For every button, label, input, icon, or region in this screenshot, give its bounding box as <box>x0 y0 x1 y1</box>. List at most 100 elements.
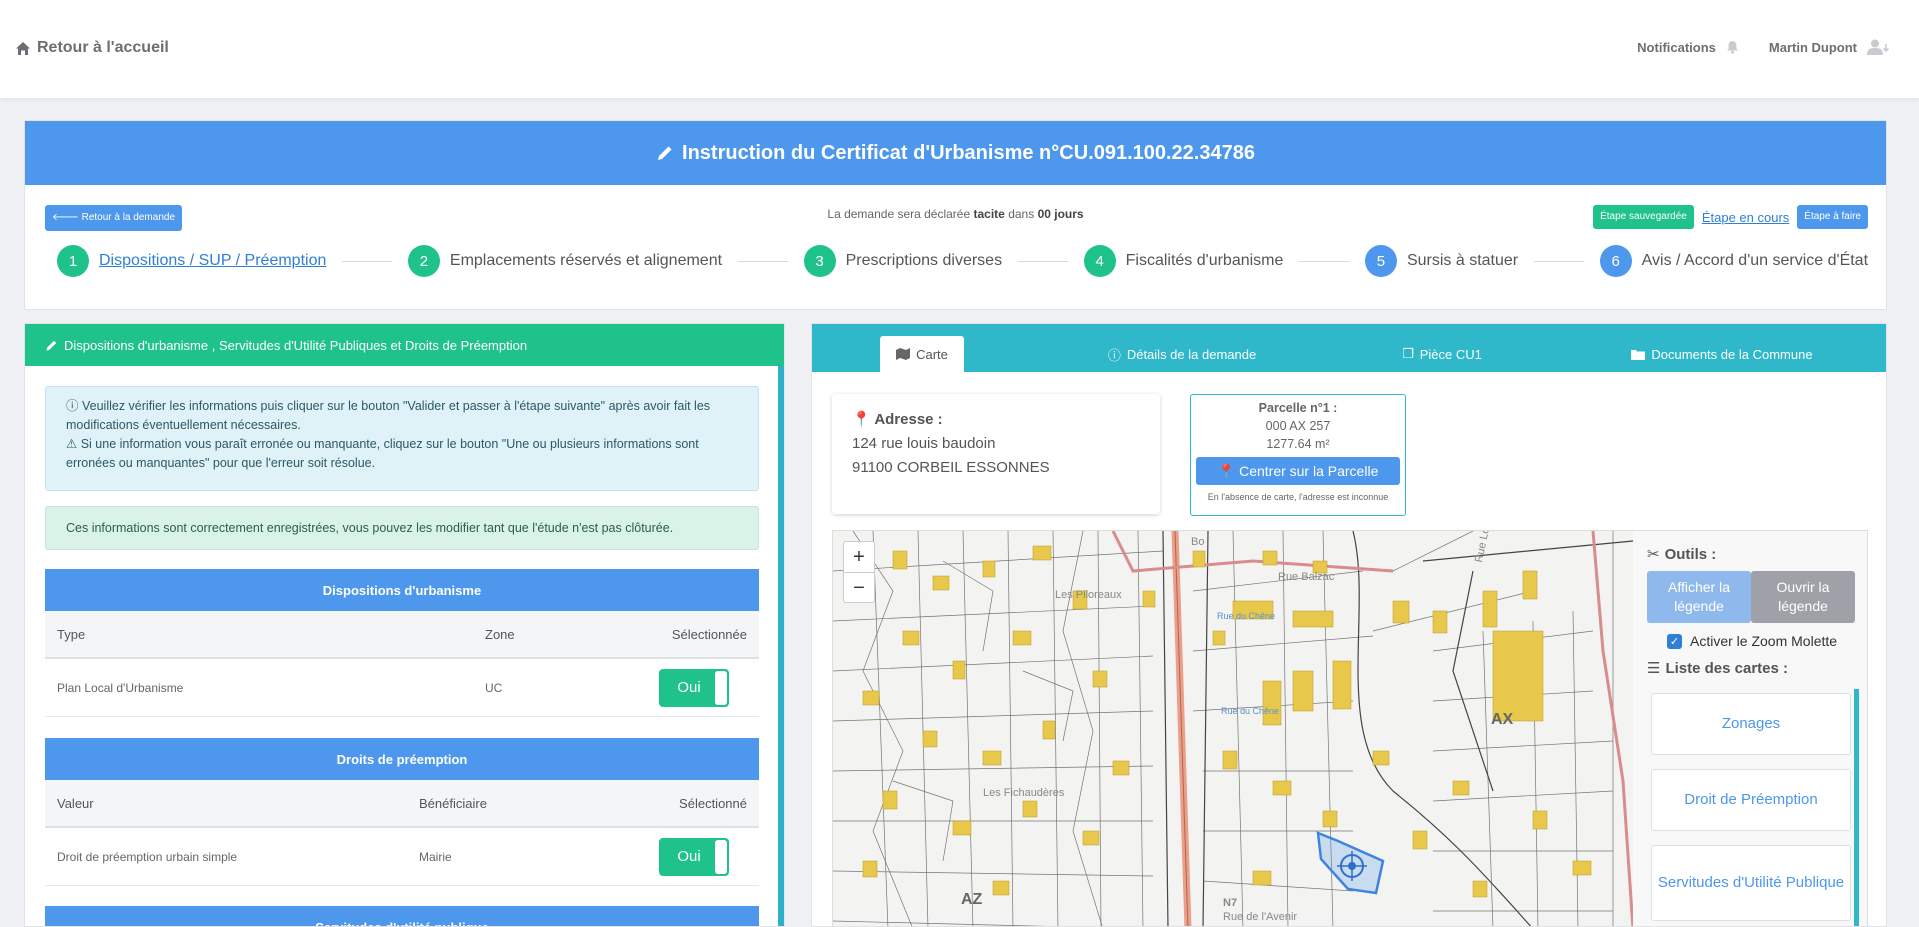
col-zone: Zone <box>485 626 515 642</box>
cell-value: Droit de préemption urbain simple <box>57 849 238 864</box>
tools-title-text: Outils : <box>1664 545 1717 563</box>
toggle-knob <box>715 839 727 874</box>
info-line-1-text: Veuillez vérifier les informations puis … <box>66 399 711 432</box>
deadline-days: 00 jours <box>1037 207 1084 221</box>
map-panel-tabs: Carte ⓘ Détails de la demande ❐ Pièce CU… <box>812 324 1886 372</box>
step-4[interactable]: 4 Fiscalités d'urbanisme <box>1083 245 1283 277</box>
dispositions-panel-title: Dispositions d'urbanisme , Servitudes d'… <box>64 337 528 353</box>
step-1-number: 1 <box>57 245 89 277</box>
pencil-icon <box>658 146 672 160</box>
tools-title: ✂ Outils : <box>1647 545 1855 564</box>
col-selected: Sélectionnée <box>671 626 747 642</box>
deadline-mid: dans <box>1008 207 1035 221</box>
zoom-in-button[interactable]: + <box>844 542 874 572</box>
step-5-label: Sursis à statuer <box>1406 252 1519 269</box>
open-legend-button[interactable]: Ouvrir la légende <box>1751 571 1855 623</box>
col-selected: Sélectionné <box>679 795 747 811</box>
address-line-1: 124 rue louis baudoin <box>852 435 996 452</box>
notifications-link[interactable]: Notifications <box>1637 40 1739 55</box>
col-type: Type <box>57 626 86 642</box>
info-icon: ⓘ <box>66 399 79 413</box>
tab-documents[interactable]: Documents de la Commune <box>1622 336 1822 372</box>
zoom-out-button[interactable]: − <box>844 572 874 602</box>
legend-todo: Étape à faire <box>1797 205 1868 229</box>
step-1[interactable]: 1 Dispositions / SUP / Préemption <box>57 245 326 277</box>
map-label-rue-balzac: Rue Balzac <box>1278 571 1335 583</box>
step-5[interactable]: 5 Sursis à statuer <box>1364 245 1519 277</box>
zoom-wheel-checkbox[interactable]: ✓ <box>1667 633 1682 649</box>
step-1-label: Dispositions / SUP / Préemption <box>99 252 327 269</box>
cadastral-map[interactable]: + − Les Piloreaux Les Fichaudères Rue Ba… <box>832 530 1868 926</box>
parcel-area: 1277.64 m² <box>1266 437 1330 451</box>
map-layer-preemption[interactable]: Droit de Préemption <box>1651 769 1851 831</box>
step-connector <box>1018 260 1068 262</box>
step-2[interactable]: 2 Emplacements réservés et alignement <box>407 245 723 277</box>
preemption-table-title: Droits de préemption <box>45 738 759 780</box>
folder-icon <box>1631 349 1646 360</box>
map-panel: Carte ⓘ Détails de la demande ❐ Pièce CU… <box>811 323 1887 927</box>
info-alert: ⓘ Veuillez vérifier les informations pui… <box>45 386 759 491</box>
pencil-icon <box>46 340 57 351</box>
map-label-n7: N7 <box>1223 897 1238 909</box>
parcel-card: Parcelle n°1 : 000 AX 257 1277.64 m² 📍 C… <box>1190 394 1406 516</box>
cell-beneficiary: Mairie <box>419 849 452 864</box>
maps-list-scrollbar[interactable] <box>1854 689 1859 926</box>
deadline-prefix: La demande sera déclarée <box>827 207 971 221</box>
col-beneficiary: Bénéficiaire <box>419 795 487 811</box>
map-layer-zonages[interactable]: Zonages <box>1651 693 1851 755</box>
address-title: 📍 Adresse : <box>852 408 1140 432</box>
step-3[interactable]: 3 Prescriptions diverses <box>803 245 1003 277</box>
panel-scrollbar[interactable] <box>778 366 784 926</box>
cell-type: Plan Local d'Urbanisme <box>57 680 184 695</box>
map-zoom-controls: + − <box>843 541 875 603</box>
user-name: Martin Dupont <box>1768 39 1857 55</box>
tab-details[interactable]: ⓘ Détails de la demande <box>1082 336 1282 372</box>
bell-icon <box>1726 41 1738 54</box>
open-legend-label: Ouvrir la légende <box>1776 579 1830 614</box>
step-connector <box>1534 260 1584 262</box>
address-line-2: 91100 CORBEIL ESSONNES <box>852 459 1050 476</box>
table-header: Type Zone Sélectionnée <box>45 611 759 659</box>
home-link[interactable]: Retour à l'accueil <box>15 39 169 57</box>
map-section-ax: AX <box>1491 711 1514 728</box>
map-pin-icon: 📍 <box>852 411 871 428</box>
step-6-number: 6 <box>1599 245 1632 277</box>
dispositions-panel: Dispositions d'urbanisme , Servitudes d'… <box>24 323 785 927</box>
map-icon <box>896 348 911 360</box>
table-row: Plan Local d'Urbanisme UC Oui <box>45 659 759 717</box>
map-layer-sup[interactable]: Servitudes d'Utilité Publique <box>1651 845 1851 921</box>
dispositions-table: Dispositions d'urbanisme Type Zone Sélec… <box>45 569 759 717</box>
table-row: Droit de préemption urbain simple Mairie… <box>45 828 759 886</box>
toggle-knob <box>715 670 727 705</box>
tab-carte-label: Carte <box>916 346 948 362</box>
table-header: Valeur Bénéficiaire Sélectionné <box>45 780 759 828</box>
legend-saved: Étape sauvegardée <box>1593 205 1694 229</box>
info-icon: ⓘ <box>1107 347 1121 363</box>
map-label-rue-avenir: Rue de l'Avenir <box>1223 911 1298 923</box>
step-connector <box>738 260 788 262</box>
tab-piece-cu1[interactable]: ❐ Pièce CU1 <box>1372 336 1512 372</box>
dispositions-table-title: Dispositions d'urbanisme <box>45 569 759 611</box>
zoom-wheel-option[interactable]: ✓ Activer le Zoom Molette <box>1647 633 1855 649</box>
info-line-1: ⓘ Veuillez vérifier les informations pui… <box>66 397 738 435</box>
step-3-label: Prescriptions diverses <box>845 252 1003 269</box>
center-parcel-button[interactable]: 📍 Centrer sur la Parcelle <box>1196 457 1400 485</box>
user-icon <box>1867 39 1890 55</box>
map-pin-icon: 📍 <box>1217 463 1236 479</box>
tab-piece-label: Pièce CU1 <box>1419 346 1482 362</box>
selected-toggle[interactable]: Oui <box>659 837 729 876</box>
user-menu[interactable]: Martin Dupont <box>1769 39 1891 55</box>
address-card: 📍 Adresse : 124 rue louis baudoin 91100 … <box>832 394 1160 514</box>
wrench-icon: ✂ <box>1647 546 1660 563</box>
preemption-table: Droits de préemption Valeur Bénéficiaire… <box>45 738 759 886</box>
show-legend-button[interactable]: Afficher la légende <box>1647 571 1751 623</box>
map-tools-panel: ✂ Outils : Afficher la légende Ouvrir la… <box>1633 531 1867 926</box>
toggle-label: Oui <box>677 848 701 865</box>
step-2-label: Emplacements réservés et alignement <box>449 252 723 269</box>
legend-current: Étape en cours <box>1701 209 1790 225</box>
map-label-bo: Bo <box>1191 536 1205 548</box>
selected-toggle[interactable]: Oui <box>659 668 729 707</box>
tab-carte[interactable]: Carte <box>880 336 964 372</box>
step-6[interactable]: 6 Avis / Accord d'un service d'État <box>1599 245 1868 277</box>
center-parcel-label: Centrer sur la Parcelle <box>1239 463 1379 479</box>
